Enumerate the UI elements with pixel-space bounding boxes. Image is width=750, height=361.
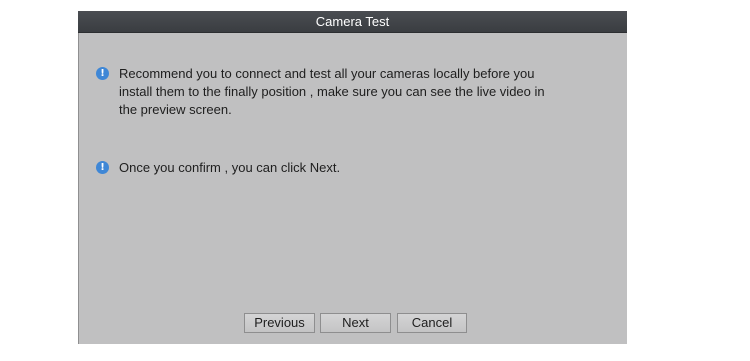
dialog-title: Camera Test xyxy=(315,14,390,29)
next-button[interactable]: Next xyxy=(320,313,391,333)
dialog-button-bar: Previous Next Cancel xyxy=(244,313,467,333)
info-message-2: ! Once you confirm , you can click Next. xyxy=(96,159,564,177)
info-icon: ! xyxy=(96,161,109,174)
info-icon: ! xyxy=(96,67,109,80)
info-message-1: ! Recommend you to connect and test all … xyxy=(96,65,564,119)
camera-test-dialog: Camera Test ! Recommend you to connect a… xyxy=(78,11,627,344)
info-message-text: Once you confirm , you can click Next. xyxy=(119,160,341,175)
info-message-text: Recommend you to connect and test all yo… xyxy=(119,66,545,117)
dialog-titlebar: Camera Test xyxy=(78,11,627,33)
previous-button[interactable]: Previous xyxy=(244,313,315,333)
cancel-button[interactable]: Cancel xyxy=(397,313,467,333)
